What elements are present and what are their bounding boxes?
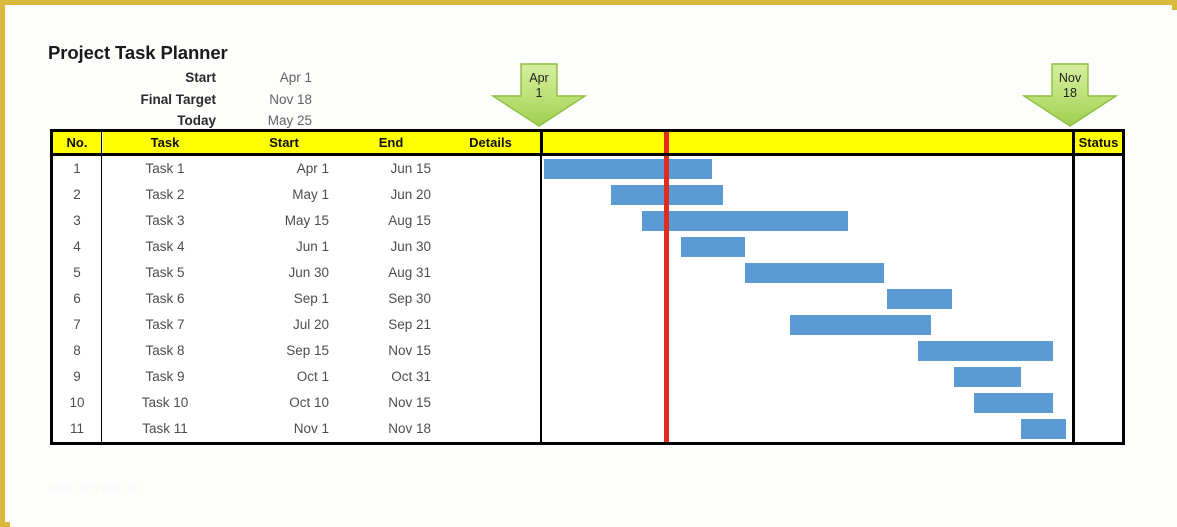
summary-label-start: Start xyxy=(185,70,216,85)
cell-task: Task 6 xyxy=(145,291,185,306)
gantt-bar[interactable] xyxy=(745,263,885,283)
column-header-end[interactable]: End xyxy=(341,132,441,153)
cell-start: Nov 1 xyxy=(293,421,329,436)
cell-end: Nov 18 xyxy=(388,421,431,436)
summary-row-start: Start Apr 1 xyxy=(48,70,312,92)
cell-start: Oct 10 xyxy=(289,395,329,410)
summary-value-final-target: Nov 18 xyxy=(269,92,312,107)
cell-no: 3 xyxy=(73,213,81,228)
cell-details xyxy=(449,234,539,260)
gantt-bar[interactable] xyxy=(917,341,1053,361)
watermark: www.template.net xyxy=(48,482,142,494)
cell-details xyxy=(449,260,539,286)
column-header-start[interactable]: Start xyxy=(227,132,341,153)
cell-details xyxy=(449,286,539,312)
divider-no-task xyxy=(101,132,102,442)
divider-chart-status xyxy=(1072,132,1075,442)
target-marker-arrow: Nov 18 xyxy=(1022,62,1118,128)
cell-end: Jun 30 xyxy=(390,239,431,254)
cell-start: Jun 1 xyxy=(295,239,329,254)
cell-start: Sep 1 xyxy=(293,291,329,306)
page-title: Project Task Planner xyxy=(48,42,228,63)
summary-value-start: Apr 1 xyxy=(279,70,312,85)
cell-no: 4 xyxy=(73,239,81,254)
cell-end: Sep 21 xyxy=(388,317,431,332)
summary-label-today: Today xyxy=(177,113,216,128)
cell-details xyxy=(449,208,539,234)
cell-start: May 15 xyxy=(284,213,329,228)
gantt-bar[interactable] xyxy=(642,211,849,231)
cell-task: Task 9 xyxy=(145,369,185,384)
column-header-task[interactable]: Task xyxy=(103,132,227,153)
column-header-chart[interactable] xyxy=(543,132,1072,153)
today-marker-line-header xyxy=(664,132,670,153)
gantt-bar[interactable] xyxy=(544,159,712,179)
cell-no: 7 xyxy=(73,317,81,332)
cell-details xyxy=(449,364,539,390)
cell-no: 10 xyxy=(69,395,85,410)
gantt-bar[interactable] xyxy=(974,393,1053,413)
cell-start: Jul 20 xyxy=(292,317,329,332)
cell-end: Sep 30 xyxy=(388,291,431,306)
gantt-bar[interactable] xyxy=(790,315,932,335)
cell-details xyxy=(449,312,539,338)
gantt-bar[interactable] xyxy=(680,237,746,257)
cell-details xyxy=(449,390,539,416)
cell-end: Aug 15 xyxy=(388,213,431,228)
start-marker-arrow: Apr 1 xyxy=(491,62,587,128)
summary-label-final-target: Final Target xyxy=(140,92,216,107)
cell-task: Task 10 xyxy=(141,395,189,410)
cell-start: May 1 xyxy=(292,187,329,202)
gantt-bar[interactable] xyxy=(1021,419,1066,439)
cell-details xyxy=(449,156,539,182)
cell-details xyxy=(449,416,539,442)
down-arrow-icon xyxy=(1022,63,1118,127)
cell-task: Task 11 xyxy=(142,421,188,436)
cell-end: Nov 15 xyxy=(388,395,431,410)
today-marker-line xyxy=(664,156,670,442)
cell-no: 2 xyxy=(73,187,81,202)
cell-start: Sep 15 xyxy=(286,343,329,358)
page-frame: Project Task Planner Start Apr 1 Final T… xyxy=(0,0,1177,527)
down-arrow-icon xyxy=(491,63,587,127)
cell-no: 1 xyxy=(73,161,81,176)
cell-task: Task 2 xyxy=(145,187,185,202)
table-header-row: No. Task Start End Details Status xyxy=(53,132,1122,156)
cell-start: Jun 30 xyxy=(288,265,329,280)
cell-end: Aug 31 xyxy=(388,265,431,280)
cell-details xyxy=(449,338,539,364)
cell-end: Jun 15 xyxy=(390,161,431,176)
column-header-details[interactable]: Details xyxy=(441,132,540,153)
gantt-bar[interactable] xyxy=(886,289,952,309)
summary-row-final-target: Final Target Nov 18 xyxy=(48,92,312,114)
cell-end: Nov 15 xyxy=(388,343,431,358)
cell-task: Task 1 xyxy=(145,161,185,176)
cell-start: Oct 1 xyxy=(296,369,329,384)
cell-no: 6 xyxy=(73,291,81,306)
column-header-no[interactable]: No. xyxy=(53,132,101,153)
gantt-bar[interactable] xyxy=(953,367,1022,387)
gantt-chart-plot xyxy=(542,156,1072,442)
cell-task: Task 5 xyxy=(145,265,185,280)
cell-no: 8 xyxy=(73,343,81,358)
cell-no: 11 xyxy=(69,421,84,436)
cell-task: Task 8 xyxy=(145,343,185,358)
cell-details xyxy=(449,182,539,208)
cell-start: Apr 1 xyxy=(296,161,329,176)
cell-task: Task 3 xyxy=(145,213,185,228)
cell-no: 5 xyxy=(73,265,81,280)
gantt-table: No. Task Start End Details Status 1 Task … xyxy=(50,129,1125,445)
cell-no: 9 xyxy=(73,369,81,384)
worksheet: Project Task Planner Start Apr 1 Final T… xyxy=(10,10,1177,527)
summary-value-today: May 25 xyxy=(267,113,312,128)
cell-end: Jun 20 xyxy=(390,187,431,202)
cell-end: Oct 31 xyxy=(391,369,431,384)
cell-task: Task 4 xyxy=(145,239,185,254)
cell-task: Task 7 xyxy=(145,317,185,332)
column-header-status[interactable]: Status xyxy=(1075,132,1122,153)
